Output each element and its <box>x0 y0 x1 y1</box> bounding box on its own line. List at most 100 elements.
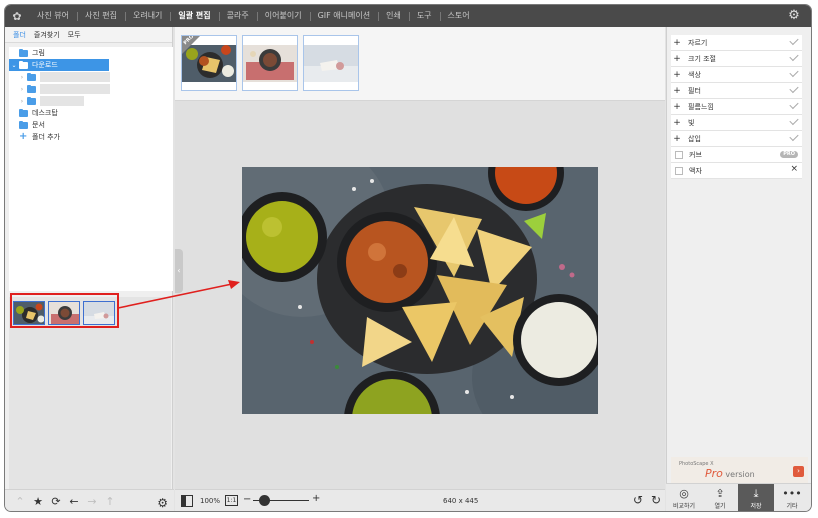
adjustment-label: 빛 <box>688 118 695 127</box>
menu-batch-editor[interactable]: 일괄 편집 <box>170 5 218 27</box>
menu-collage[interactable]: 콜라주 <box>218 5 257 27</box>
annotation-highlight-box <box>10 293 119 328</box>
tree-item-subfolder[interactable]: › <box>9 95 173 107</box>
adjustment-film[interactable]: + 필름느낌 <box>671 99 802 115</box>
save-button[interactable]: ⤓ 저장 <box>738 484 774 511</box>
left-panel: 폴더 즐겨찾기 모두 그림 ⌄ 다운로드 › › › 데스크탑 문서 + 폴더 … <box>5 27 173 493</box>
refresh-icon[interactable]: ⟳ <box>47 495 65 508</box>
actual-size-button[interactable]: 1:1 <box>225 495 238 506</box>
tab-all[interactable]: 모두 <box>64 30 85 40</box>
menu-photo-viewer[interactable]: 사진 뷰어 <box>29 5 77 27</box>
menu-combine[interactable]: 이어붙이기 <box>256 5 310 27</box>
forward-arrow-icon[interactable]: → <box>83 495 101 508</box>
adjustment-insert[interactable]: + 삽입 <box>671 131 802 147</box>
menu-tools[interactable]: 도구 <box>408 5 440 27</box>
adjustment-resize[interactable]: + 크기 조절 <box>671 51 802 67</box>
tree-item-label: 다운로드 <box>32 61 58 69</box>
tree-item-subfolder[interactable]: › <box>9 71 173 83</box>
menu-gif-animation[interactable]: GIF 애니메이션 <box>309 5 379 27</box>
app-window: ✿ 사진 뷰어 사진 편집 오려내기 일괄 편집 콜라주 이어붙이기 GIF 애… <box>4 4 812 512</box>
zoom-level: 100% <box>200 497 221 505</box>
zoom-out-button[interactable]: − <box>243 494 251 505</box>
chevron-right-icon[interactable]: › <box>17 86 27 93</box>
adjustment-list: + 자르기 + 크기 조절 + 색상 + 필터 + 필름느낌 + 빛 + 삽입 … <box>671 35 802 179</box>
chevron-right-icon[interactable]: › <box>17 98 27 105</box>
more-dots-icon: ••• <box>782 487 802 500</box>
check-icon[interactable] <box>789 67 799 78</box>
add-folder-label: 폴더 추가 <box>32 133 60 141</box>
adjustment-label: 필름느낌 <box>688 102 714 111</box>
zoom-in-button[interactable]: + <box>312 493 320 504</box>
main-menu-bar: ✿ 사진 뷰어 사진 편집 오려내기 일괄 편집 콜라주 이어붙이기 GIF 애… <box>5 5 811 27</box>
rotate-right-icon[interactable]: ↻ <box>649 493 663 507</box>
app-logo-icon[interactable]: ✿ <box>5 5 29 27</box>
check-icon[interactable] <box>789 51 799 62</box>
adjustment-label: 색상 <box>688 70 701 79</box>
menu-photo-editor[interactable]: 사진 편집 <box>76 5 125 27</box>
compare-icon: ◎ <box>679 487 689 500</box>
action-toolbar: ◎ 비교하기 ⇪ 열기 ⤓ 저장 ••• 기타 <box>666 483 811 511</box>
option-frame[interactable]: 액자 × <box>671 163 802 179</box>
up-arrow-icon[interactable]: ↑ <box>101 495 119 508</box>
menu-print[interactable]: 인쇄 <box>378 5 409 27</box>
chevron-down-icon[interactable]: ⌄ <box>9 62 19 69</box>
adjustment-light[interactable]: + 빛 <box>671 115 802 131</box>
filmstrip-thumb-cake-image <box>304 36 358 90</box>
plus-icon: + <box>673 53 681 64</box>
tab-favorites[interactable]: 즐겨찾기 <box>30 30 64 40</box>
checkbox[interactable] <box>675 150 683 159</box>
menu-cut-out[interactable]: 오려내기 <box>124 5 170 27</box>
gear-icon[interactable]: ⚙ <box>787 9 801 23</box>
option-label: 액자 <box>689 166 702 175</box>
option-curves[interactable]: 커브 PRO <box>671 147 802 163</box>
filmstrip-thumb-cake[interactable] <box>303 35 359 91</box>
more-button[interactable]: ••• 기타 <box>774 484 810 511</box>
star-icon[interactable]: ★ <box>29 495 47 508</box>
banner-pro: Pro <box>705 467 723 480</box>
batch-editor-workspace: PRO ‹ <box>175 27 665 489</box>
check-icon[interactable] <box>789 35 799 46</box>
open-button[interactable]: ⇪ 열기 <box>702 484 738 511</box>
check-icon[interactable] <box>789 83 799 94</box>
tree-item-desktop[interactable]: 데스크탑 <box>9 107 173 119</box>
tree-item-documents[interactable]: 문서 <box>9 119 173 131</box>
tree-item-subfolder[interactable]: › <box>9 83 173 95</box>
filmstrip-thumb-salsa[interactable]: PRO <box>181 35 237 91</box>
close-icon[interactable]: × <box>790 164 798 174</box>
compare-label: 비교하기 <box>672 503 696 510</box>
zoom-slider-handle[interactable] <box>259 495 270 506</box>
rotate-left-icon[interactable]: ↺ <box>631 493 645 507</box>
chevron-right-icon[interactable]: › <box>17 74 27 81</box>
checkbox[interactable] <box>675 166 683 175</box>
add-folder-button[interactable]: + 폴더 추가 <box>9 131 173 143</box>
redacted-folder-name <box>40 84 110 94</box>
check-icon[interactable] <box>789 131 799 142</box>
adjustment-filter[interactable]: + 필터 <box>671 83 802 99</box>
adjustment-label: 자르기 <box>688 38 708 47</box>
plus-icon: + <box>673 69 681 80</box>
adjustment-color[interactable]: + 색상 <box>671 67 802 83</box>
tree-item-pictures[interactable]: 그림 <box>9 47 173 59</box>
filmstrip-thumb-stew[interactable] <box>242 35 298 91</box>
plus-icon: + <box>19 131 28 142</box>
gear-icon[interactable]: ⚙ <box>157 496 168 510</box>
check-icon[interactable] <box>789 115 799 126</box>
banner-arrow-icon[interactable]: › <box>793 466 804 477</box>
back-arrow-icon[interactable]: ← <box>65 495 83 508</box>
folder-tree: 그림 ⌄ 다운로드 › › › 데스크탑 문서 + 폴더 추가 <box>9 47 173 291</box>
adjustment-crop[interactable]: + 자르기 <box>671 35 802 51</box>
check-icon[interactable] <box>789 99 799 110</box>
folder-tabs: 폴더 즐겨찾기 모두 <box>5 27 172 43</box>
redacted-folder-name <box>40 96 84 106</box>
menu-store[interactable]: 스토어 <box>439 5 478 27</box>
preview-photo <box>242 167 598 414</box>
tree-item-downloads[interactable]: ⌄ 다운로드 <box>9 59 109 71</box>
panel-toggle-icon[interactable] <box>181 495 193 507</box>
tab-folders[interactable]: 폴더 <box>9 30 30 40</box>
save-label: 저장 <box>750 503 762 510</box>
open-label: 열기 <box>714 503 726 510</box>
compare-button[interactable]: ◎ 비교하기 <box>666 484 702 511</box>
preview-photo-image <box>242 167 598 414</box>
left-toolbar: ⌃ ★ ⟳ ← → ↑ ⚙ <box>5 489 174 511</box>
chevron-up-icon[interactable]: ⌃ <box>11 495 29 508</box>
